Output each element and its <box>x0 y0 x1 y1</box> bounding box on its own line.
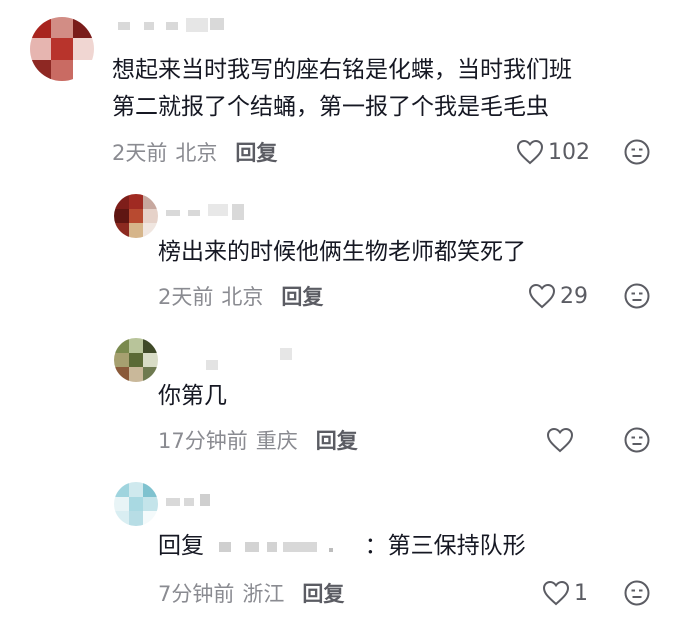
like-count: 29 <box>560 283 588 309</box>
avatar-pixel <box>128 223 144 238</box>
comment-location: 北京 <box>221 285 264 309</box>
reply-prefix: 回复 <box>158 533 204 559</box>
like-button[interactable]: 1 <box>542 578 588 608</box>
avatar-pixel <box>143 367 158 382</box>
comment-meta: 2天前 北京 回复 <box>158 280 323 312</box>
comment-location: 浙江 <box>242 582 285 606</box>
avatar[interactable] <box>30 17 94 81</box>
reply-button[interactable]: 回复 <box>316 425 358 455</box>
comment-text-line: 第二就报了个结蛹，第一报了个我是毛毛虫 <box>112 94 549 120</box>
avatar-pixel <box>114 194 129 209</box>
avatar-pixel <box>128 352 144 368</box>
reply-button[interactable]: 回复 <box>302 578 344 608</box>
avatar-pixel <box>114 208 129 224</box>
comment-meta: 17分钟前 重庆 回复 <box>158 424 358 456</box>
avatar-pixel <box>114 338 129 353</box>
avatar-pixel <box>72 59 94 81</box>
comment-location: 重庆 <box>255 429 298 453</box>
avatar-pixel <box>51 38 73 60</box>
comment-text: 回复 ：第三保持队形 <box>158 528 526 565</box>
avatar-pixel <box>143 208 158 224</box>
comment-time: 2天前 <box>158 285 214 309</box>
comment-meta: 7分钟前 浙江 回复 <box>158 577 344 609</box>
avatar-pixel <box>143 194 158 209</box>
like-count: 102 <box>548 139 590 165</box>
comment-location: 北京 <box>175 141 218 165</box>
avatar-pixel <box>72 38 94 60</box>
avatar[interactable] <box>114 338 158 382</box>
comment-meta: 2天前 北京 回复 <box>112 136 277 168</box>
avatar-pixel <box>114 511 129 526</box>
avatar-pixel <box>72 17 94 39</box>
comment-time: 2天前 <box>112 141 168 165</box>
avatar-pixel <box>143 338 158 353</box>
username-redacted[interactable] <box>118 18 228 34</box>
like-count: 1 <box>574 580 588 606</box>
avatar-pixel <box>128 194 144 209</box>
avatar-pixel <box>128 367 144 382</box>
avatar[interactable] <box>114 194 158 238</box>
username-redacted[interactable] <box>206 348 296 370</box>
like-button[interactable]: 102 <box>516 137 590 167</box>
avatar-pixel <box>30 38 52 60</box>
avatar-pixel <box>114 223 129 238</box>
avatar-pixel <box>114 367 129 382</box>
reply-button[interactable]: 回复 <box>281 281 323 311</box>
unamused-face-icon[interactable] <box>623 282 651 310</box>
avatar-pixel <box>128 208 144 224</box>
unamused-face-icon[interactable] <box>623 138 651 166</box>
reply-text: ：第三保持队形 <box>364 533 526 559</box>
heart-outline-icon <box>546 427 574 453</box>
avatar-pixel <box>143 496 158 512</box>
avatar-pixel <box>30 59 52 81</box>
avatar[interactable] <box>114 482 158 526</box>
mention-redacted[interactable] <box>211 537 357 557</box>
unamused-face-icon[interactable] <box>623 426 651 454</box>
avatar-pixel <box>143 223 158 238</box>
avatar-pixel <box>51 17 73 39</box>
avatar-pixel <box>51 59 73 81</box>
avatar-pixel <box>143 511 158 526</box>
comment-text: 想起来当时我写的座右铭是化蝶，当时我们班 第二就报了个结蛹，第一报了个我是毛毛虫 <box>112 52 572 126</box>
avatar-pixel <box>128 496 144 512</box>
heart-outline-icon <box>528 283 556 309</box>
like-button[interactable] <box>546 425 578 455</box>
comment-text-line: 想起来当时我写的座右铭是化蝶，当时我们班 <box>112 57 572 83</box>
username-redacted[interactable] <box>166 494 226 510</box>
avatar-pixel <box>143 352 158 368</box>
comment-text: 你第几 <box>158 383 227 409</box>
username-redacted[interactable] <box>166 204 256 220</box>
avatar-pixel <box>128 511 144 526</box>
avatar-pixel <box>114 352 129 368</box>
unamused-face-icon[interactable] <box>623 579 651 607</box>
reply-button[interactable]: 回复 <box>235 137 277 167</box>
avatar-pixel <box>128 482 144 497</box>
comment-text: 榜出来的时候他俩生物老师都笑死了 <box>158 239 526 265</box>
heart-outline-icon <box>516 139 544 165</box>
avatar-pixel <box>128 338 144 353</box>
comment-time: 17分钟前 <box>158 429 248 453</box>
heart-outline-icon <box>542 580 570 606</box>
comment-time: 7分钟前 <box>158 582 235 606</box>
avatar-pixel <box>114 496 129 512</box>
like-button[interactable]: 29 <box>528 281 588 311</box>
avatar-pixel <box>114 482 129 497</box>
avatar-pixel <box>143 482 158 497</box>
avatar-pixel <box>30 17 52 39</box>
